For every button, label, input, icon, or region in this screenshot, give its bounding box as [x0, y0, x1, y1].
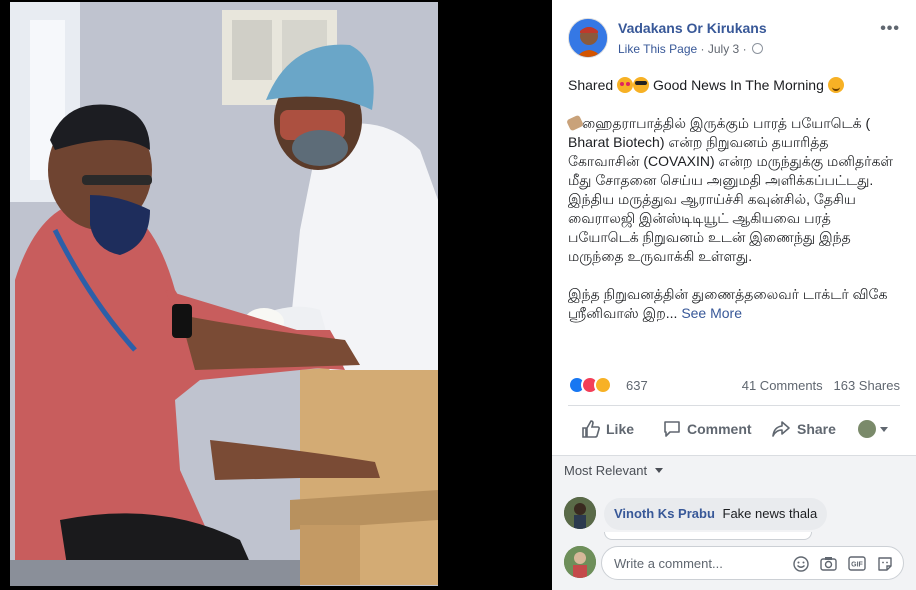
post-photo[interactable] [0, 0, 552, 590]
comments-section: Most Relevant Vinoth Ks Prabu Fake news … [552, 455, 916, 590]
page-name[interactable]: Vadakans Or Kirukans [618, 20, 767, 36]
current-user-avatar [564, 546, 596, 578]
comment-author[interactable]: Vinoth Ks Prabu [614, 506, 715, 521]
like-page-link[interactable]: Like This Page [618, 42, 697, 56]
comment-label: Comment [687, 421, 752, 437]
comment-sort-dropdown[interactable]: Most Relevant [564, 463, 663, 478]
intro-text: Good News In The Morning [652, 77, 824, 93]
action-bar: Like Comment Share [568, 413, 900, 445]
meta-separator: · [700, 42, 705, 56]
comment-composer: GIF [564, 546, 904, 580]
thumbs-up-icon [582, 420, 600, 438]
comment-button[interactable]: Comment [663, 413, 752, 445]
heart-eyes-emoji-icon [617, 77, 634, 93]
post-as-selector[interactable] [858, 413, 888, 445]
post-paragraph-1: ஹைதராபாத்தில் இருக்கும் பாரத் பயோடெக் ( … [566, 114, 898, 266]
comments-count[interactable]: 41 Comments [742, 378, 823, 393]
see-more-link[interactable]: See More [681, 305, 742, 321]
reactions-row: 637 41 Comments 163 Shares [568, 375, 900, 397]
sort-chevron-icon [654, 468, 663, 473]
smile-emoji-icon [827, 77, 844, 93]
comment-text: Fake news thala [722, 506, 818, 521]
paragraph-1-text: ஹைதராபாத்தில் இருக்கும் பாரத் பயோடெக் ( … [568, 115, 894, 264]
shared-label: Shared [568, 77, 614, 93]
meta-separator-2: · [742, 42, 747, 56]
viewer-avatar [858, 420, 876, 438]
camera-icon[interactable] [819, 554, 838, 573]
share-arrow-icon [772, 421, 790, 437]
post-paragraph-2: இந்த நிறுவனத்தின் துணைத்தலைவர் டாக்டர் வ… [568, 285, 898, 323]
comment-bubble-icon [664, 421, 680, 437]
sunglasses-emoji-icon [633, 77, 650, 93]
commenter-avatar-image [564, 497, 596, 529]
engagement-counts: 41 Comments 163 Shares [742, 378, 900, 393]
share-label: Share [797, 421, 836, 437]
sticker-icon[interactable] [875, 554, 894, 573]
collapsed-reply-preview [604, 532, 812, 540]
reaction-count[interactable]: 637 [626, 378, 648, 393]
shares-count[interactable]: 163 Shares [834, 378, 901, 393]
post-panel: Vadakans Or Kirukans Like This Page · Ju… [552, 0, 916, 590]
current-user-avatar-image [564, 546, 596, 578]
commenter-avatar[interactable] [564, 497, 596, 529]
share-button[interactable]: Share [771, 413, 836, 445]
page-avatar[interactable] [568, 18, 608, 58]
emoji-picker-icon[interactable] [791, 554, 810, 573]
photo-image [0, 0, 552, 590]
sort-label: Most Relevant [564, 463, 648, 478]
divider [568, 405, 900, 406]
like-label: Like [606, 421, 635, 437]
composer-icons: GIF [791, 554, 894, 573]
post-date[interactable]: July 3 [708, 42, 739, 56]
care-reaction-icon [594, 376, 612, 394]
comment-item: Vinoth Ks Prabu Fake news thala [564, 497, 904, 531]
more-options-icon[interactable]: ••• [880, 20, 900, 38]
public-globe-icon [751, 43, 763, 54]
gif-text: GIF [851, 562, 863, 569]
page-avatar-image [569, 19, 607, 57]
like-button[interactable]: Like [582, 413, 634, 445]
gif-icon[interactable]: GIF [847, 554, 866, 573]
post-header: Vadakans Or Kirukans Like This Page · Ju… [568, 16, 900, 60]
post-meta: Like This Page · July 3 · [618, 42, 763, 56]
post-text: Shared Good News In The Morning ஹைதராபாத… [566, 76, 898, 342]
comment-bubble: Vinoth Ks Prabu Fake news thala [604, 498, 828, 530]
chevron-down-icon [880, 426, 888, 432]
post-intro-line: Shared Good News In The Morning [568, 76, 898, 95]
